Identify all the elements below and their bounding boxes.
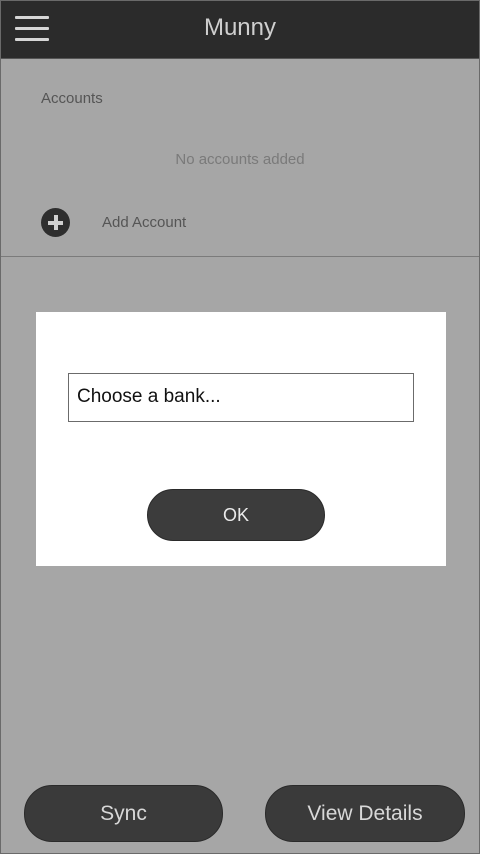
- plus-circle-icon[interactable]: [41, 208, 70, 237]
- ok-button[interactable]: OK: [147, 489, 325, 541]
- title-bar: Munny: [1, 1, 479, 59]
- accounts-section: Accounts No accounts added Add Account: [1, 60, 479, 257]
- add-account-label[interactable]: Add Account: [102, 214, 186, 231]
- empty-accounts-message: No accounts added: [175, 151, 305, 168]
- app-title: Munny: [203, 14, 277, 41]
- view-details-button[interactable]: View Details: [265, 785, 465, 842]
- app-window: Munny Accounts No accounts added Add Acc…: [0, 0, 480, 854]
- choose-bank-dialog: Choose a bank... OK: [36, 312, 446, 566]
- sync-button[interactable]: Sync: [24, 785, 223, 842]
- add-account-button[interactable]: Add Account: [41, 208, 241, 238]
- bank-select-field[interactable]: Choose a bank...: [68, 373, 414, 422]
- accounts-heading: Accounts: [41, 90, 103, 107]
